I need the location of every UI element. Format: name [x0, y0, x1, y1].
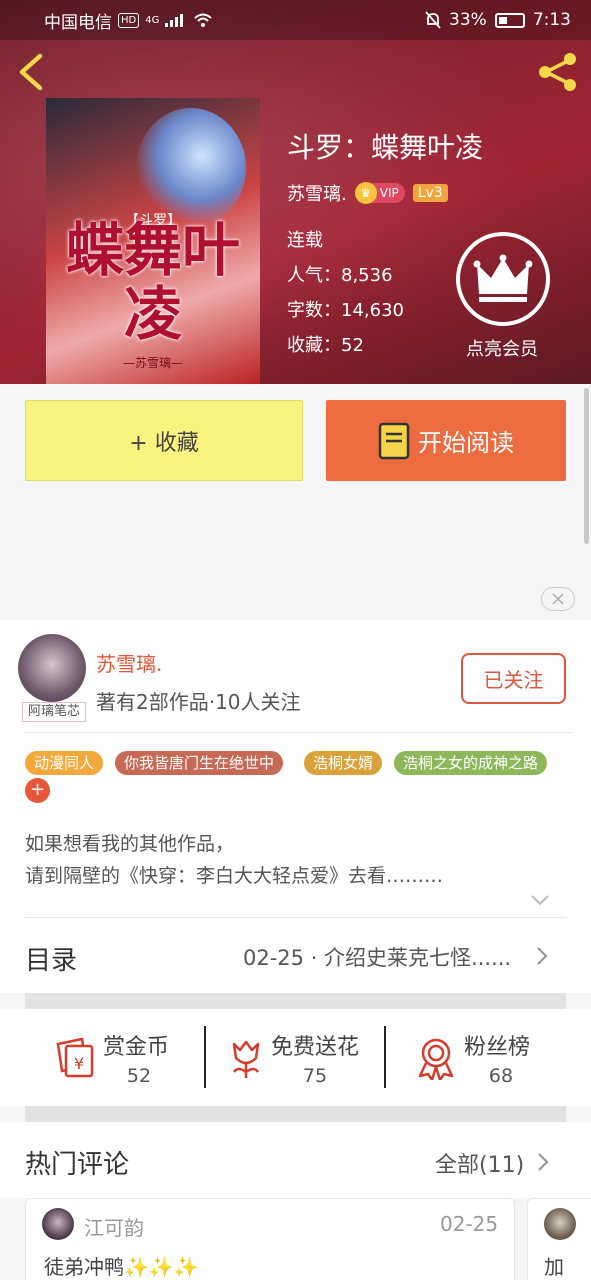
author-card: 阿璃笔芯 苏雪璃. 著有2部作品·10人关注 已关注	[0, 620, 591, 735]
member-button[interactable]	[456, 232, 550, 326]
author-row: 苏雪璃. ♛ VIP Lv3	[287, 180, 448, 206]
book-icon	[378, 422, 410, 459]
popularity-stat: 人气：8,536	[287, 265, 393, 286]
section-separator	[25, 993, 566, 1009]
chevron-right-icon	[537, 947, 548, 965]
share-button[interactable]	[534, 48, 582, 96]
latest-chapter: 02-25 · 介绍史莱克七怪......	[243, 946, 512, 970]
author-card-meta: 著有2部作品·10人关注	[96, 690, 301, 714]
wifi-icon	[194, 13, 213, 27]
battery-percent: 33%	[449, 10, 487, 30]
crown-icon	[473, 254, 533, 302]
add-favorite-button[interactable]: + 收藏	[25, 400, 303, 481]
clock: 7:13	[532, 10, 571, 30]
add-tag-button[interactable]: +	[25, 778, 50, 803]
start-reading-label: 开始阅读	[418, 429, 514, 457]
share-icon	[539, 53, 576, 91]
hd-badge: HD	[118, 12, 140, 28]
signal-icon	[165, 14, 184, 27]
comment-text: 加	[544, 1255, 564, 1279]
author-avatar[interactable]	[18, 634, 86, 702]
cover-author-art: —苏雪璃—	[122, 356, 183, 370]
toc-label: 目录	[25, 946, 78, 976]
tag-list: 动漫同人 你我皆唐门生在绝世中 浩桐女婿 浩桐之女的成神之路 +	[0, 733, 591, 805]
table-of-contents-row[interactable]: 目录 02-25 · 介绍史莱克七怪......	[0, 918, 591, 993]
book-header: 中国电信 HD 4G 33% 7:13 【斗罗】 蝶舞叶凌 —苏雪璃— 斗罗：蝶	[0, 0, 591, 384]
all-comments-link[interactable]: 全部(11)	[435, 1147, 524, 1179]
flower-icon	[232, 1040, 260, 1078]
reward-count: 52	[126, 1065, 152, 1087]
author-name[interactable]: 苏雪璃.	[287, 180, 347, 206]
commenter-name[interactable]: 江可韵	[84, 1212, 144, 1241]
favorites-stat: 收藏：52	[287, 335, 364, 356]
reward-title: 赏金币	[103, 1035, 170, 1060]
scrollbar[interactable]	[584, 388, 589, 544]
synopsis-line: 请到隔壁的《快穿：李白大大轻点爱》去看………	[25, 865, 444, 887]
cover-title-art: 蝶舞叶凌	[65, 216, 240, 348]
commenter-avatar[interactable]	[42, 1208, 74, 1240]
tag-item[interactable]: 动漫同人	[25, 751, 104, 775]
chevron-left-icon	[19, 53, 43, 91]
reward-fans-rank[interactable]: 粉丝榜 68	[386, 1009, 591, 1106]
reward-title: 粉丝榜	[464, 1035, 531, 1060]
battery-icon	[494, 12, 525, 28]
book-title: 斗罗：蝶舞叶凌	[287, 131, 484, 164]
tag-item[interactable]: 浩桐女婿	[304, 751, 383, 775]
synopsis: 如果想看我的其他作品， 请到隔壁的《快穿：李白大大轻点爱》去看………	[0, 805, 591, 918]
rewards-bar: ¥ 赏金币 52 免费送花 75 粉丝榜 68	[0, 1009, 591, 1106]
section-separator	[25, 1106, 566, 1122]
comment-text: 徒弟冲鸭✨✨✨	[44, 1255, 199, 1279]
network-label: 4G	[145, 14, 160, 26]
crown-icon: ♛	[354, 182, 377, 204]
reward-count: 68	[488, 1065, 514, 1087]
member-label[interactable]: 点亮会员	[452, 335, 552, 361]
back-button[interactable]	[14, 52, 50, 92]
word-count-stat: 字数：14,630	[287, 300, 404, 321]
reward-title: 免费送花	[271, 1035, 360, 1060]
hot-comments-header: 热门评论 全部(11)	[0, 1122, 591, 1198]
tag-item[interactable]: 你我皆唐门生在绝世中	[115, 751, 284, 775]
reward-flowers[interactable]: 免费送花 75	[206, 1009, 384, 1106]
close-ad-button[interactable]	[541, 587, 575, 611]
reward-count: 75	[302, 1065, 328, 1087]
author-card-name[interactable]: 苏雪璃.	[96, 648, 162, 677]
tag-item[interactable]: 浩桐之女的成神之路	[394, 751, 548, 775]
comment-card[interactable]: 加	[527, 1198, 591, 1280]
chevron-right-icon[interactable]	[536, 1152, 550, 1172]
mute-bell-icon	[425, 11, 441, 29]
vip-badge: ♛ VIP	[354, 182, 405, 204]
status-bar: 中国电信 HD 4G 33% 7:13	[0, 0, 591, 40]
commenter-avatar[interactable]	[544, 1208, 576, 1240]
hot-comments-title: 热门评论	[25, 1150, 130, 1180]
avatar-badge: 阿璃笔芯	[22, 702, 86, 722]
medal-icon	[418, 1038, 454, 1080]
serial-status: 连载	[287, 230, 323, 251]
follow-button[interactable]: 已关注	[461, 653, 566, 704]
level-badge: Lv3	[412, 184, 448, 202]
comment-carousel[interactable]: 江可韵 02-25 徒弟冲鸭✨✨✨ 加	[0, 1198, 591, 1280]
carrier-label: 中国电信	[44, 12, 112, 33]
close-icon	[552, 593, 564, 605]
red-envelope-icon: ¥	[56, 1037, 94, 1078]
svg-text:¥: ¥	[74, 1054, 84, 1073]
start-reading-button[interactable]: 开始阅读	[326, 400, 566, 481]
book-cover[interactable]: 【斗罗】 蝶舞叶凌 —苏雪璃—	[46, 98, 260, 384]
synopsis-line: 如果想看我的其他作品，	[25, 833, 235, 855]
reward-coins[interactable]: ¥ 赏金币 52	[0, 1009, 204, 1106]
comment-date: 02-25	[440, 1212, 499, 1236]
chevron-down-icon[interactable]	[530, 893, 550, 907]
comment-card[interactable]: 江可韵 02-25 徒弟冲鸭✨✨✨	[25, 1198, 515, 1280]
vip-label: VIP	[379, 186, 399, 200]
